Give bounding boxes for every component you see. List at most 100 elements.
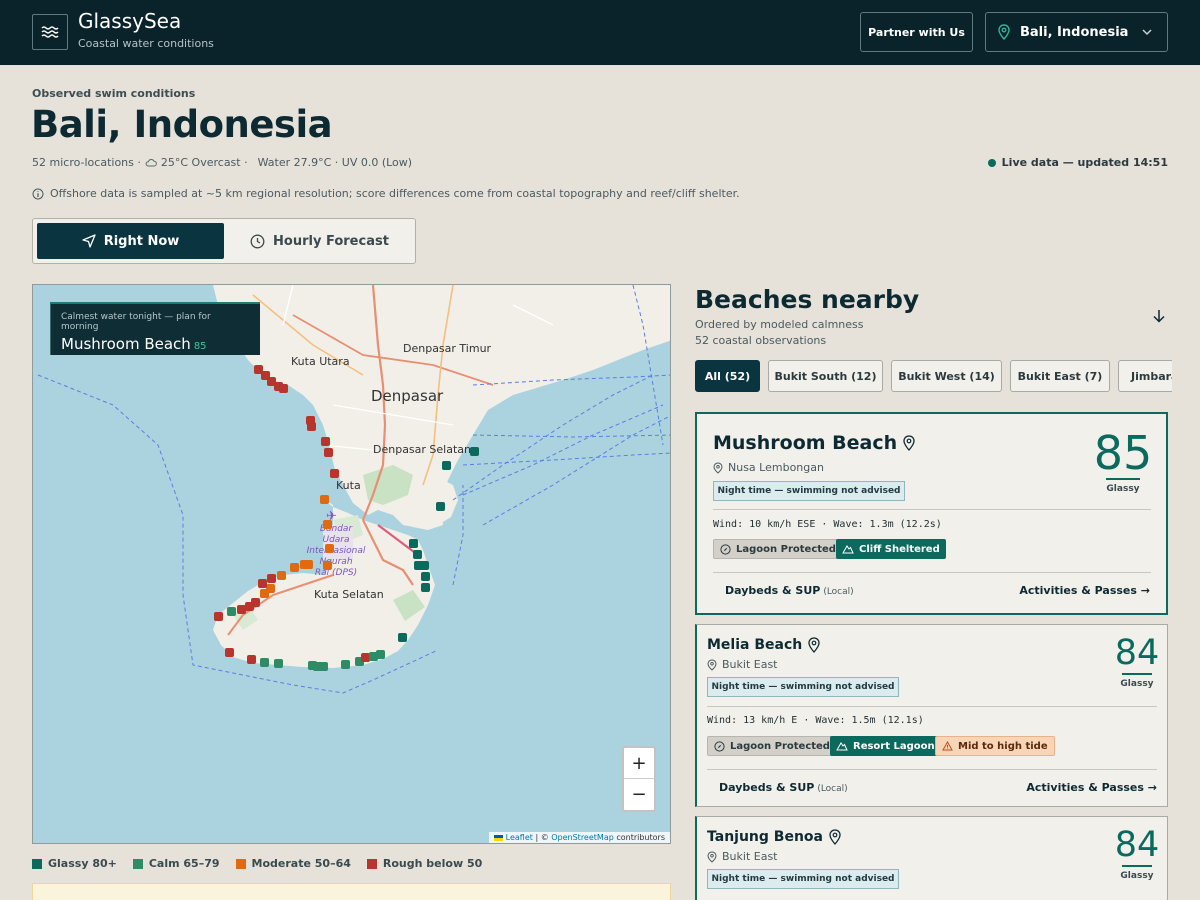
map-marker-calm[interactable] [341,660,350,669]
beach-card-name[interactable]: Mushroom Beach [713,432,915,454]
score-value: 84 [1114,633,1160,673]
map-pin-icon[interactable] [903,435,915,451]
legend-label: Moderate 50–64 [251,857,351,870]
map-marker-moderate[interactable] [260,589,269,598]
map-marker-moderate[interactable] [325,544,334,553]
beach-card-mushroom[interactable]: Mushroom Beach Nusa Lembongan Night time… [695,412,1168,615]
live-status: Live data — updated 14:51 [987,156,1168,169]
daybeds-sup-link[interactable]: Daybeds & SUP (Local) [719,781,848,794]
map-marker-moderate[interactable] [304,560,313,569]
map-label-denpasar-timur: Denpasar Timur [403,342,492,355]
map-marker-rough[interactable] [321,437,330,446]
tab-hourly-forecast[interactable]: Hourly Forecast [226,223,413,259]
map-marker-rough[interactable] [225,648,234,657]
legend-calm: Calm 65–79 [132,857,220,870]
navigation-arrow-icon [82,234,96,248]
ukraine-flag-icon [494,834,504,841]
map-marker-glassy[interactable] [413,550,422,559]
map-marker-glassy[interactable] [421,583,430,592]
map-marker-calm[interactable] [319,662,328,671]
beaches-count: 52 coastal observations [695,334,827,347]
score-label: Glassy [1106,484,1140,494]
brand-name[interactable]: GlassySea [78,9,181,33]
legend-swatch [132,858,143,869]
map-marker-rough[interactable] [267,574,276,583]
compass-icon [714,740,725,752]
score-value: 85 [1093,426,1153,480]
brand-tagline: Coastal water conditions [78,37,214,50]
osm-link[interactable]: OpenStreetMap [551,833,614,842]
location-pin-icon [707,850,717,863]
map-marker-rough[interactable] [330,469,339,478]
map-marker-glassy[interactable] [442,461,451,470]
map-marker-rough[interactable] [258,579,267,588]
location-pin-icon [713,461,723,474]
map-marker-rough[interactable] [214,612,223,621]
filter-bukit-south[interactable]: Bukit South (12) [768,360,883,392]
beach-card-name[interactable]: Melia Beach [707,637,820,653]
map-marker-moderate[interactable] [320,495,329,504]
partner-button[interactable]: Partner with Us [860,12,973,52]
map-marker-moderate[interactable] [277,571,286,580]
map-label-kuta: Kuta [336,479,361,492]
waves-icon[interactable] [32,14,68,50]
filter-jimbaran[interactable]: Jimbaran [1118,360,1172,392]
info-icon [32,188,44,199]
map-marker-rough[interactable] [247,655,256,664]
map-marker-glassy[interactable] [421,572,430,581]
activities-passes-link[interactable]: Activities & Passes → [1026,781,1157,794]
map-marker-glassy[interactable] [436,502,445,511]
beach-card-tanjung-benoa[interactable]: Tanjung Benoa Bukit East Night time — sw… [695,816,1168,900]
location-select[interactable]: Bali, Indonesia [985,12,1168,52]
map-marker-rough[interactable] [307,422,316,431]
filter-bukit-east[interactable]: Bukit East (7) [1010,360,1110,392]
map-marker-rough[interactable] [245,602,254,611]
info-note-text: Offshore data is sampled at ~5 km region… [50,187,740,200]
map-marker-rough[interactable] [237,605,246,614]
leaflet-link[interactable]: Leaflet [506,833,533,842]
map-marker-moderate[interactable] [290,563,299,572]
compass-icon [720,543,731,555]
filter-bukit-west[interactable]: Bukit West (14) [891,360,1002,392]
night-warning-badge: Night time — swimming not advised [707,677,899,697]
beach-area: Bukit East [722,658,778,671]
map-callout-subtitle: Calmest water tonight — plan for morning [61,312,211,332]
map-marker-glassy[interactable] [409,539,418,548]
legend-label: Glassy 80+ [48,857,117,870]
map-callout[interactable]: Calmest water tonight — plan for morning… [50,302,260,355]
tag-label: Resort Lagoon [853,740,935,752]
map-marker-calm[interactable] [376,650,385,659]
map-marker-glassy[interactable] [414,561,423,570]
map-marker-moderate[interactable] [323,520,332,529]
arrow-down-icon[interactable] [1152,308,1166,324]
map-marker-glassy[interactable] [470,447,479,456]
beach-map[interactable]: Kuta Utara Denpasar Timur Denpasar Denpa… [32,284,671,844]
map-pin-icon[interactable] [829,829,841,845]
zoom-out-button[interactable]: − [624,779,654,810]
activities-passes-link[interactable]: Activities & Passes → [1019,584,1150,597]
card-divider [707,706,1157,707]
calmness-score: 84 Glassy [1112,633,1162,689]
calmness-score: 85 Glassy [1091,428,1155,494]
beach-name: Melia Beach [707,637,803,653]
tag-mid-to-high-tide: Mid to high tide [935,736,1055,756]
filter-all[interactable]: All (52) [695,360,760,392]
airport-label-line-3: Internasional [306,546,366,556]
map-marker-calm[interactable] [227,607,236,616]
beach-card-area: Bukit East [707,850,778,863]
tag-lagoon-protected: Lagoon Protected [713,539,843,559]
map-marker-calm[interactable] [274,659,283,668]
chevron-down-icon [1142,29,1152,36]
beach-card-melia[interactable]: Melia Beach Bukit East Night time — swim… [695,624,1168,807]
map-marker-moderate[interactable] [323,561,332,570]
tab-right-now[interactable]: Right Now [37,223,224,259]
daybeds-sup-link[interactable]: Daybeds & SUP (Local) [725,584,854,597]
zoom-in-button[interactable]: + [624,748,654,779]
map-callout-name: Mushroom Beach 85 [61,335,250,353]
beach-card-name[interactable]: Tanjung Benoa [707,829,841,845]
map-marker-rough[interactable] [324,448,333,457]
map-marker-calm[interactable] [260,658,269,667]
map-marker-rough[interactable] [279,384,288,393]
map-pin-icon[interactable] [808,637,820,653]
map-marker-glassy[interactable] [398,633,407,642]
